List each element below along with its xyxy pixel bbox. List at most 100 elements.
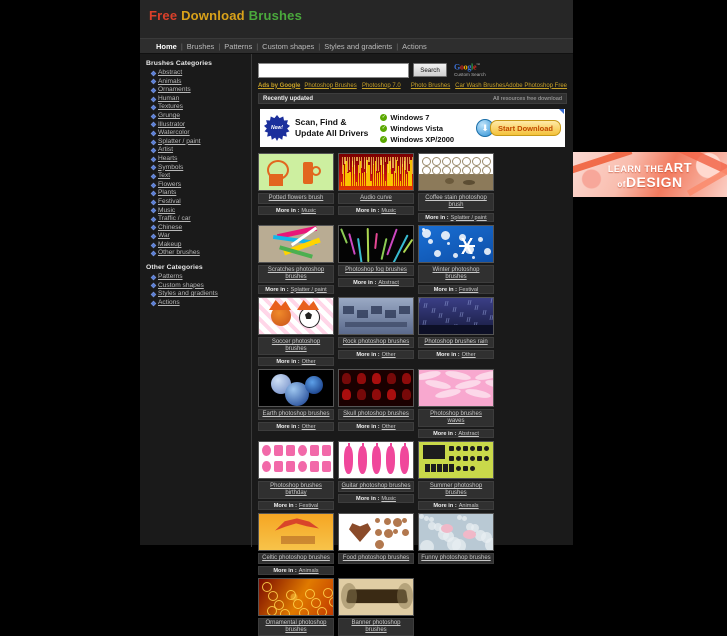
- brush-title-link[interactable]: Audio curve: [360, 195, 392, 202]
- brush-title-link[interactable]: Photoshop brushes birthday: [261, 483, 331, 497]
- sidebar-item-label[interactable]: Patterns: [158, 273, 183, 282]
- sidebar-item-hearts[interactable]: Hearts: [146, 155, 251, 164]
- brush-card[interactable]: Winter photoshop brushes More in : Festiva…: [418, 225, 494, 294]
- brush-category-link[interactable]: Splatter / paint: [451, 215, 487, 221]
- brush-thumbnail[interactable]: [258, 297, 334, 335]
- brush-category-link[interactable]: Splatter / paint: [291, 287, 327, 293]
- sidebar-item-styles-and-gradients[interactable]: Styles and gradients: [146, 290, 251, 299]
- sidebar-item-label[interactable]: Hearts: [158, 155, 177, 164]
- sidebar-item-chinese[interactable]: Chinese: [146, 224, 251, 233]
- nav-item-actions[interactable]: Actions: [398, 42, 431, 51]
- sidebar-item-label[interactable]: Splatter / paint: [158, 138, 201, 147]
- sidebar-item-label[interactable]: Actions: [158, 299, 180, 308]
- brush-thumbnail[interactable]: [258, 225, 334, 263]
- sidebar-item-label[interactable]: Styles and gradients: [158, 290, 218, 299]
- brush-thumbnail[interactable]: [418, 297, 494, 335]
- sidebar-item-label[interactable]: Illustrator: [158, 121, 185, 130]
- brush-card[interactable]: Photoshop brushes waves More in : Abstract: [418, 369, 494, 438]
- sidebar-item-watercolor[interactable]: Watercolor: [146, 129, 251, 138]
- banner-cta-group[interactable]: ⬇ Start Download: [475, 119, 561, 137]
- brush-thumbnail[interactable]: [258, 369, 334, 407]
- brush-title-link[interactable]: Guitar photoshop brushes: [341, 483, 410, 490]
- brush-thumbnail[interactable]: [418, 225, 494, 263]
- sidebar-item-illustrator[interactable]: Illustrator: [146, 121, 251, 130]
- sidebar-item-splatter-paint[interactable]: Splatter / paint: [146, 138, 251, 147]
- sidebar-item-label[interactable]: Plants: [158, 189, 176, 198]
- brush-thumbnail[interactable]: [418, 441, 494, 479]
- sidebar-item-patterns[interactable]: Patterns: [146, 273, 251, 282]
- nav-item-home[interactable]: Home: [152, 42, 181, 51]
- brush-thumbnail[interactable]: [258, 153, 334, 191]
- brush-title-link[interactable]: Funny photoshop brushes: [421, 555, 490, 562]
- brush-category-link[interactable]: Other: [382, 424, 396, 430]
- brush-title-link[interactable]: Celtic photoshop brushes: [262, 555, 330, 562]
- brush-category-link[interactable]: Other: [302, 359, 316, 365]
- brush-title-link[interactable]: Earth photoshop brushes: [262, 411, 329, 418]
- ad-link-photoshop-70[interactable]: Photoshop 7.0: [362, 83, 401, 89]
- brush-card[interactable]: Audio curve More in : Music: [338, 153, 414, 222]
- sidebar-item-ornaments[interactable]: Ornaments: [146, 86, 251, 95]
- sidebar-item-label[interactable]: Abstract: [158, 69, 182, 78]
- ad-link-adobe-photoshop-free[interactable]: Adobe Photoshop Free: [505, 83, 567, 89]
- driver-scan-banner-ad[interactable]: New! Scan, Find & Update All Drivers ✓ W…: [258, 107, 567, 149]
- brush-category-link[interactable]: Festival: [299, 503, 318, 509]
- start-download-button[interactable]: Start Download: [489, 120, 561, 136]
- brush-card[interactable]: Potted flowers brush More in : Music: [258, 153, 334, 222]
- brush-title-link[interactable]: Photoshop fog brushes: [345, 267, 407, 274]
- search-input[interactable]: [258, 62, 409, 78]
- brush-title-link[interactable]: Summer photoshop brushes: [421, 483, 491, 497]
- sidebar-item-label[interactable]: Animals: [158, 78, 181, 87]
- brush-thumbnail[interactable]: [338, 578, 414, 616]
- brush-thumbnail[interactable]: [338, 369, 414, 407]
- ad-choices-icon[interactable]: [559, 109, 564, 114]
- brush-category-link[interactable]: Other: [302, 424, 316, 430]
- brush-thumbnail[interactable]: [338, 153, 414, 191]
- brush-thumbnail[interactable]: [338, 297, 414, 335]
- sidebar-item-animals[interactable]: Animals: [146, 78, 251, 87]
- brush-title-link[interactable]: Rock photoshop brushes: [343, 339, 409, 346]
- brush-card[interactable]: Ornamental photoshop brushes: [258, 578, 334, 636]
- sidebar-item-label[interactable]: Artist: [158, 146, 173, 155]
- brush-category-link[interactable]: Abstract: [458, 431, 479, 437]
- brush-card[interactable]: Soccer photoshop brushes More in : Other: [258, 297, 334, 366]
- sidebar-item-traffic-car[interactable]: Traffic / car: [146, 215, 251, 224]
- sidebar-item-festival[interactable]: Festival: [146, 198, 251, 207]
- ad-link-photo-brushes[interactable]: Photo Brushes: [411, 83, 450, 89]
- brush-card[interactable]: Rock photoshop brushes More in : Other: [338, 297, 414, 366]
- sidebar-item-label[interactable]: Custom shapes: [158, 282, 204, 291]
- brush-title-link[interactable]: Photoshop brushes waves: [421, 411, 491, 425]
- brush-thumbnail[interactable]: [258, 578, 334, 616]
- sidebar-item-abstract[interactable]: Abstract: [146, 69, 251, 78]
- sidebar-item-flowers[interactable]: Flowers: [146, 181, 251, 190]
- brush-thumbnail[interactable]: [258, 513, 334, 551]
- brush-title-link[interactable]: Potted flowers brush: [269, 195, 324, 202]
- brush-card[interactable]: Summer photoshop brushes More in : Animals: [418, 441, 494, 510]
- learn-art-of-design-ad[interactable]: LEARN THEART ofDESIGN: [573, 152, 727, 197]
- search-button[interactable]: Search: [413, 63, 447, 77]
- brush-category-link[interactable]: Music: [381, 208, 396, 214]
- brush-card[interactable]: Food photoshop brushes: [338, 513, 414, 575]
- brush-title-link[interactable]: Banner photoshop brushes: [341, 620, 411, 634]
- sidebar-item-actions[interactable]: Actions: [146, 299, 251, 308]
- brush-card[interactable]: Photoshop brushes birthday More in : Festi…: [258, 441, 334, 510]
- sidebar-item-grunge[interactable]: Grunge: [146, 112, 251, 121]
- brush-thumbnail[interactable]: [418, 369, 494, 407]
- sidebar-item-label[interactable]: Ornaments: [158, 86, 191, 95]
- brush-title-link[interactable]: Food photoshop brushes: [343, 555, 409, 562]
- nav-item-brushes[interactable]: Brushes: [183, 42, 219, 51]
- sidebar-item-label[interactable]: Traffic / car: [158, 215, 191, 224]
- sidebar-item-label[interactable]: Music: [158, 207, 175, 216]
- sidebar-item-label[interactable]: Chinese: [158, 224, 182, 233]
- brush-title-link[interactable]: Coffee stain photoshop brush: [421, 195, 491, 209]
- brush-title-link[interactable]: Skull photoshop brushes: [343, 411, 409, 418]
- brush-thumbnail[interactable]: [258, 441, 334, 479]
- sidebar-item-makeup[interactable]: Makeup: [146, 241, 251, 250]
- sidebar-item-war[interactable]: War: [146, 232, 251, 241]
- sidebar-item-label[interactable]: Grunge: [158, 112, 180, 121]
- nav-item-patterns[interactable]: Patterns: [220, 42, 256, 51]
- brush-thumbnail[interactable]: [338, 225, 414, 263]
- ad-link-photoshop-brushes[interactable]: Photoshop Brushes: [304, 83, 356, 89]
- brush-card[interactable]: Guitar photoshop brushes More in : Music: [338, 441, 414, 510]
- brush-category-link[interactable]: Music: [301, 208, 316, 214]
- ad-link-car-wash-brushes[interactable]: Car Wash Brushes: [455, 83, 505, 89]
